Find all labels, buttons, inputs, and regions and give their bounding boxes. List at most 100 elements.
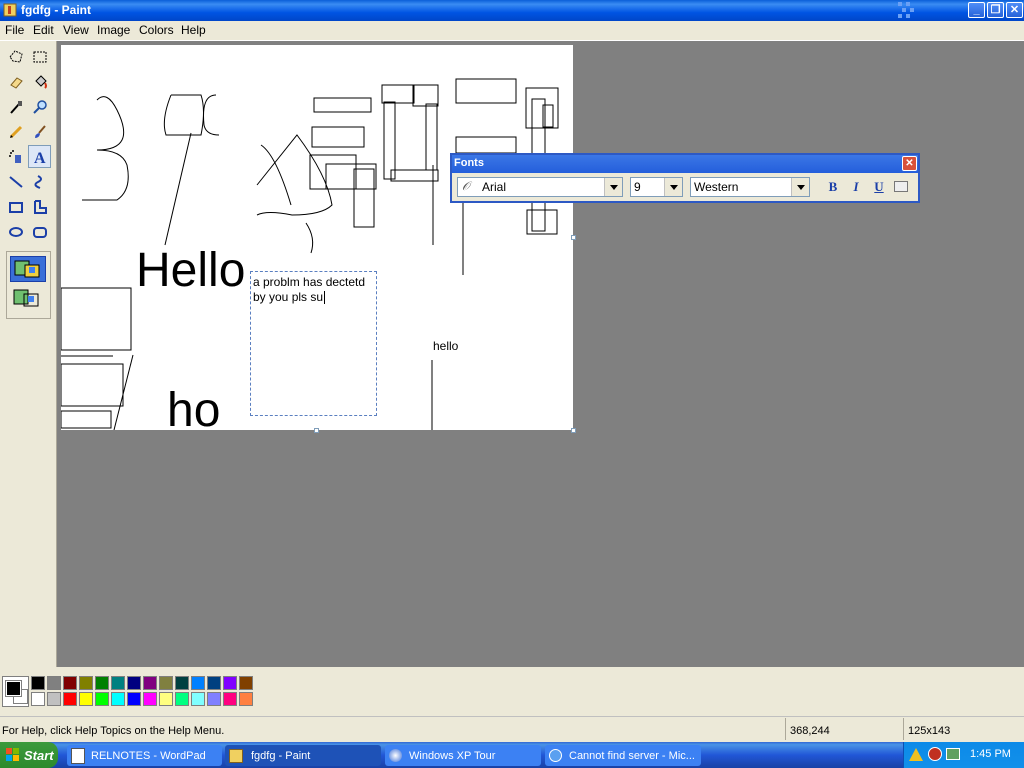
text-input-box[interactable]: a problm has dectetd by you pls su bbox=[250, 271, 377, 416]
bold-button[interactable]: B bbox=[824, 179, 842, 195]
color-swatch[interactable] bbox=[127, 692, 141, 706]
resize-handle-corner[interactable] bbox=[571, 428, 576, 433]
color-swatch[interactable] bbox=[127, 676, 141, 690]
pencil-icon[interactable] bbox=[4, 120, 27, 143]
menu-file[interactable]: File bbox=[5, 23, 24, 37]
menu-help[interactable]: Help bbox=[181, 23, 206, 37]
line-icon[interactable] bbox=[4, 170, 27, 193]
color-swatch[interactable] bbox=[95, 692, 109, 706]
color-swatch[interactable] bbox=[207, 692, 221, 706]
eraser-icon[interactable] bbox=[4, 70, 27, 93]
opaque-background-option[interactable] bbox=[10, 256, 46, 282]
color-swatch[interactable] bbox=[63, 692, 77, 706]
security-warning-icon[interactable] bbox=[909, 748, 923, 761]
font-script-select[interactable]: Western bbox=[690, 177, 810, 197]
ellipse-icon[interactable] bbox=[4, 220, 27, 243]
status-help-text: For Help, click Help Topics on the Help … bbox=[2, 725, 225, 737]
status-divider bbox=[903, 718, 904, 740]
color-swatch[interactable] bbox=[175, 676, 189, 690]
rectangle-icon[interactable] bbox=[4, 195, 27, 218]
color-swatch[interactable] bbox=[143, 692, 157, 706]
color-swatch[interactable] bbox=[79, 692, 93, 706]
curve-icon[interactable] bbox=[28, 170, 51, 193]
paint-app-icon bbox=[3, 3, 17, 17]
text-box-line-2: by you pls su bbox=[253, 290, 324, 304]
menu-colors[interactable]: Colors bbox=[139, 23, 174, 37]
chevron-down-icon[interactable] bbox=[791, 178, 809, 196]
clock[interactable]: 1:45 PM bbox=[970, 748, 1011, 760]
polygon-icon[interactable] bbox=[28, 195, 51, 218]
network-icon[interactable] bbox=[946, 748, 960, 760]
color-swatch[interactable] bbox=[143, 676, 157, 690]
color-swatch[interactable] bbox=[95, 676, 109, 690]
color-swatch[interactable] bbox=[159, 676, 173, 690]
text-box-line-1: a problm has dectetd bbox=[253, 275, 366, 289]
color-swatch[interactable] bbox=[191, 676, 205, 690]
drawing-canvas[interactable]: Hello ho hello a problm has dectetd by y… bbox=[61, 45, 573, 430]
font-size-value: 9 bbox=[634, 180, 641, 194]
color-swatch[interactable] bbox=[159, 692, 173, 706]
color-swatch[interactable] bbox=[239, 692, 253, 706]
vertical-text-icon[interactable] bbox=[894, 181, 908, 192]
task-wordpad[interactable]: RELNOTES - WordPad bbox=[67, 745, 222, 766]
color-swatch[interactable] bbox=[207, 676, 221, 690]
italic-button[interactable]: I bbox=[847, 179, 865, 195]
fonts-toolbar: Fonts ✕ 𝒪 Arial 9 Western B I U bbox=[450, 153, 920, 203]
status-divider bbox=[785, 718, 786, 740]
chevron-down-icon[interactable] bbox=[604, 178, 622, 196]
task-browser[interactable]: Cannot find server - Mic... bbox=[545, 745, 701, 766]
magnifier-icon[interactable] bbox=[28, 95, 51, 118]
font-name-value: Arial bbox=[482, 180, 507, 194]
start-button[interactable]: Start bbox=[0, 742, 58, 768]
free-form-select-icon[interactable] bbox=[4, 45, 27, 68]
status-coordinates: 368,244 bbox=[790, 725, 830, 737]
canvas-text-hello-large: Hello bbox=[136, 244, 246, 297]
underline-button[interactable]: U bbox=[870, 179, 888, 195]
task-paint[interactable]: fgdfg - Paint bbox=[225, 745, 381, 766]
color-swatch[interactable] bbox=[175, 692, 189, 706]
task-label: RELNOTES - WordPad bbox=[91, 749, 206, 762]
color-swatch[interactable] bbox=[79, 676, 93, 690]
pick-color-icon[interactable] bbox=[4, 95, 27, 118]
color-swatch[interactable] bbox=[31, 692, 45, 706]
font-name-select[interactable]: 𝒪 Arial bbox=[457, 177, 623, 197]
color-swatch[interactable] bbox=[223, 676, 237, 690]
menu-view[interactable]: View bbox=[63, 23, 89, 37]
brush-icon[interactable] bbox=[28, 120, 51, 143]
task-xp-tour[interactable]: Windows XP Tour bbox=[385, 745, 541, 766]
current-colors bbox=[2, 676, 29, 707]
color-swatch[interactable] bbox=[191, 692, 205, 706]
resize-handle-right[interactable] bbox=[571, 235, 576, 240]
transparent-background-option[interactable] bbox=[10, 286, 46, 312]
color-swatch[interactable] bbox=[31, 676, 45, 690]
resize-handle-bottom[interactable] bbox=[314, 428, 319, 433]
fonts-close-button[interactable]: ✕ bbox=[902, 156, 917, 171]
chevron-down-icon[interactable] bbox=[664, 178, 682, 196]
color-swatch[interactable] bbox=[111, 676, 125, 690]
text-icon[interactable]: A bbox=[28, 145, 51, 168]
select-icon[interactable] bbox=[28, 45, 51, 68]
shield-icon[interactable] bbox=[928, 747, 942, 761]
fonts-toolbar-titlebar[interactable]: Fonts ✕ bbox=[452, 155, 918, 173]
task-label: fgdfg - Paint bbox=[251, 749, 311, 762]
close-button[interactable]: ✕ bbox=[1006, 2, 1023, 18]
color-swatch[interactable] bbox=[47, 676, 61, 690]
title-bar[interactable] bbox=[0, 0, 1024, 21]
font-size-select[interactable]: 9 bbox=[630, 177, 683, 197]
minimize-button[interactable]: _ bbox=[968, 2, 985, 18]
fill-icon[interactable] bbox=[28, 70, 51, 93]
color-swatch[interactable] bbox=[47, 692, 61, 706]
color-swatch[interactable] bbox=[111, 692, 125, 706]
system-tray: 1:45 PM bbox=[903, 742, 1024, 768]
color-swatch[interactable] bbox=[239, 676, 253, 690]
windows-logo-icon bbox=[6, 748, 19, 761]
status-selection-size: 125x143 bbox=[908, 725, 951, 737]
airbrush-icon[interactable] bbox=[4, 145, 27, 168]
text-caret bbox=[324, 291, 325, 304]
rounded-rectangle-icon[interactable] bbox=[28, 220, 51, 243]
color-swatch[interactable] bbox=[63, 676, 77, 690]
color-swatch[interactable] bbox=[223, 692, 237, 706]
menu-image[interactable]: Image bbox=[97, 23, 130, 37]
restore-button[interactable]: ❐ bbox=[987, 2, 1004, 18]
menu-edit[interactable]: Edit bbox=[33, 23, 54, 37]
